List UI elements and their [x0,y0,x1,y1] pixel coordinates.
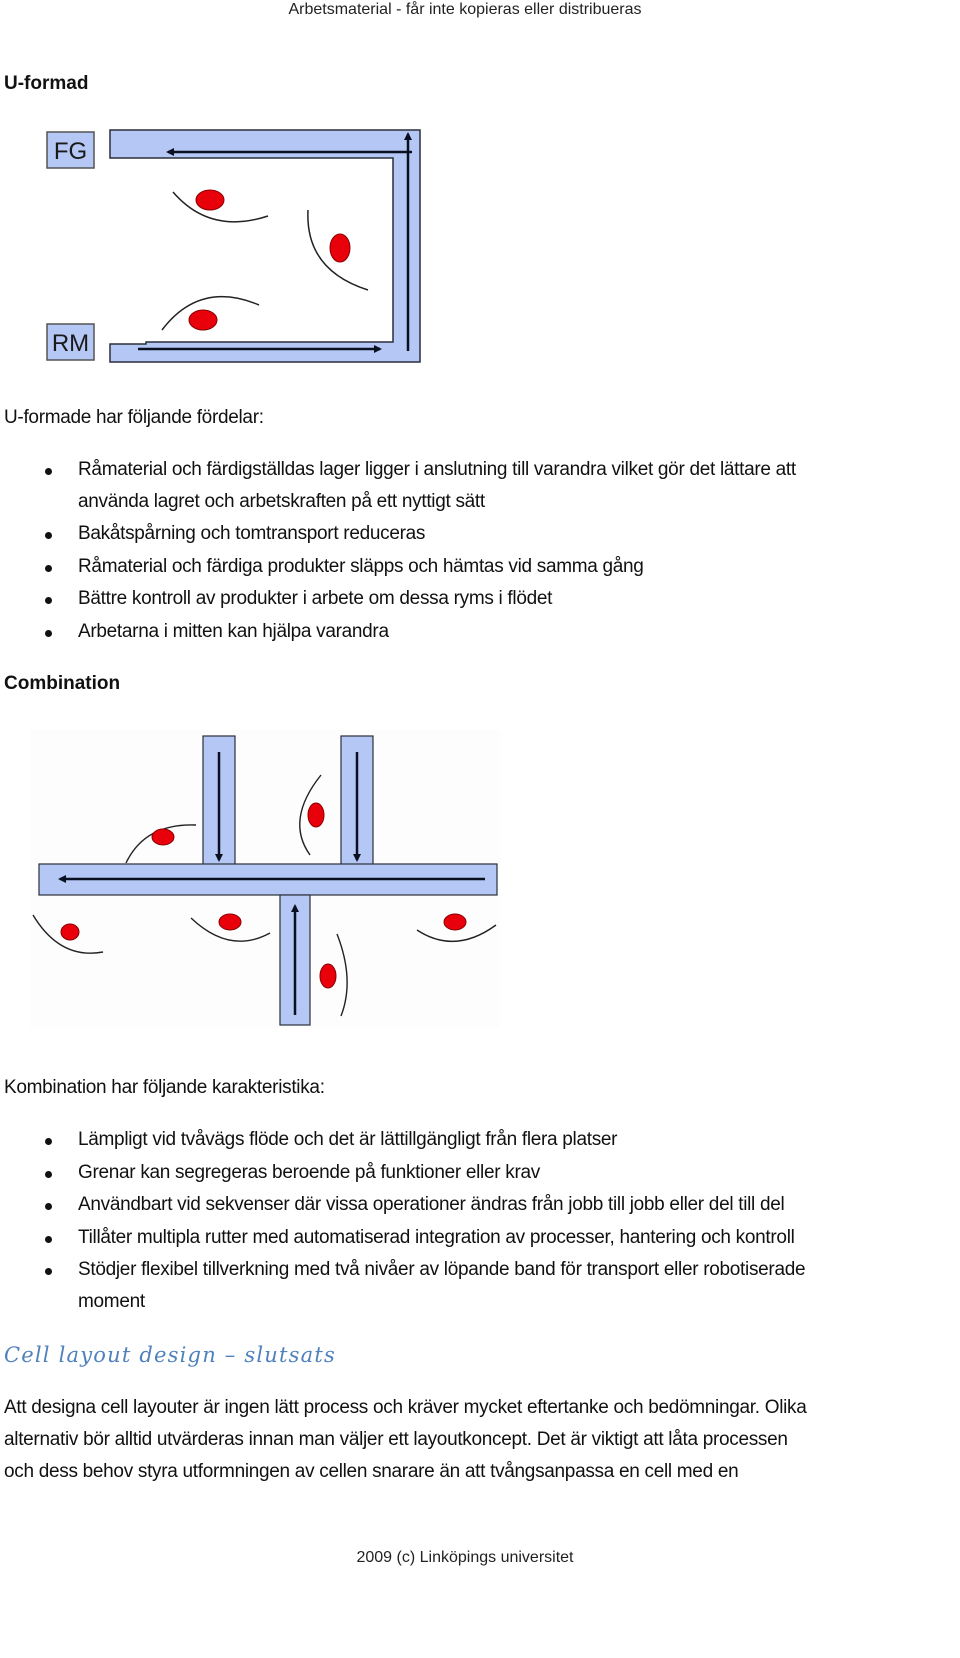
bullet-icon [45,468,52,475]
list-item: Stödjer flexibel tillverkning med två ni… [0,1258,806,1322]
worker-station-2 [307,209,369,291]
list-item: Användbart vid sekvenser där vissa opera… [0,1193,805,1226]
bullet-icon [45,564,52,572]
list-item: Grenar kan segregeras beroende på funkti… [0,1161,805,1194]
conclusion-paragraph: Att designa cell layouter är ingen lätt … [4,1397,807,1482]
bullet-icon [45,532,52,539]
combination-layout-diagram [30,730,500,1028]
fg-label: FG [54,138,87,165]
bullet-icon [45,597,52,604]
finished-goods-box: FG [46,131,95,169]
list-item: Bättre kontroll av produkter i arbete om… [0,587,796,620]
combination-intro-text: Kombination har följande karakteristika: [4,1077,325,1098]
page-footer: 2009 (c) Linköpings universitet [356,1549,574,1566]
bullet-icon [45,629,52,637]
list-item: Tillåter multipla rutter med automatiser… [0,1226,805,1259]
section-heading-u-formad: U-formad [4,73,89,94]
worker-station-3 [161,295,260,331]
raw-material-box: RM [46,323,95,361]
list-item: Råmaterial och färdiga produkter släpps … [0,555,796,588]
section-heading-conclusion: Cell layout design – slutsats [4,1343,336,1367]
u-conveyor [109,129,421,363]
u-advantages-list: Råmaterial och färdigställdas lager ligg… [0,458,796,652]
rm-label: RM [52,330,89,357]
bullet-icon [45,1170,52,1178]
bullet-icon [45,1138,52,1145]
worker-station-1 [172,189,269,223]
u-shaped-layout-diagram: FG RM [46,129,421,363]
list-item: Råmaterial och färdigställdas lager ligg… [0,458,796,522]
list-item: Arbetarna i mitten kan hjälpa varandra [0,620,796,653]
bullet-icon [45,1235,52,1243]
page-header: Arbetsmaterial - får inte kopieras eller… [288,1,642,18]
section-heading-combination: Combination [4,673,121,694]
list-item: Bakåtspårning och tomtransport reduceras [0,522,796,555]
list-item: Lämpligt vid tvåvägs flöde och det är lä… [0,1128,805,1161]
bullet-icon [45,1203,52,1211]
bullet-icon [45,1268,52,1276]
combination-characteristics-list: Lämpligt vid tvåvägs flöde och det är lä… [0,1128,806,1322]
u-intro-text: U-formade har följande fördelar: [4,407,264,428]
